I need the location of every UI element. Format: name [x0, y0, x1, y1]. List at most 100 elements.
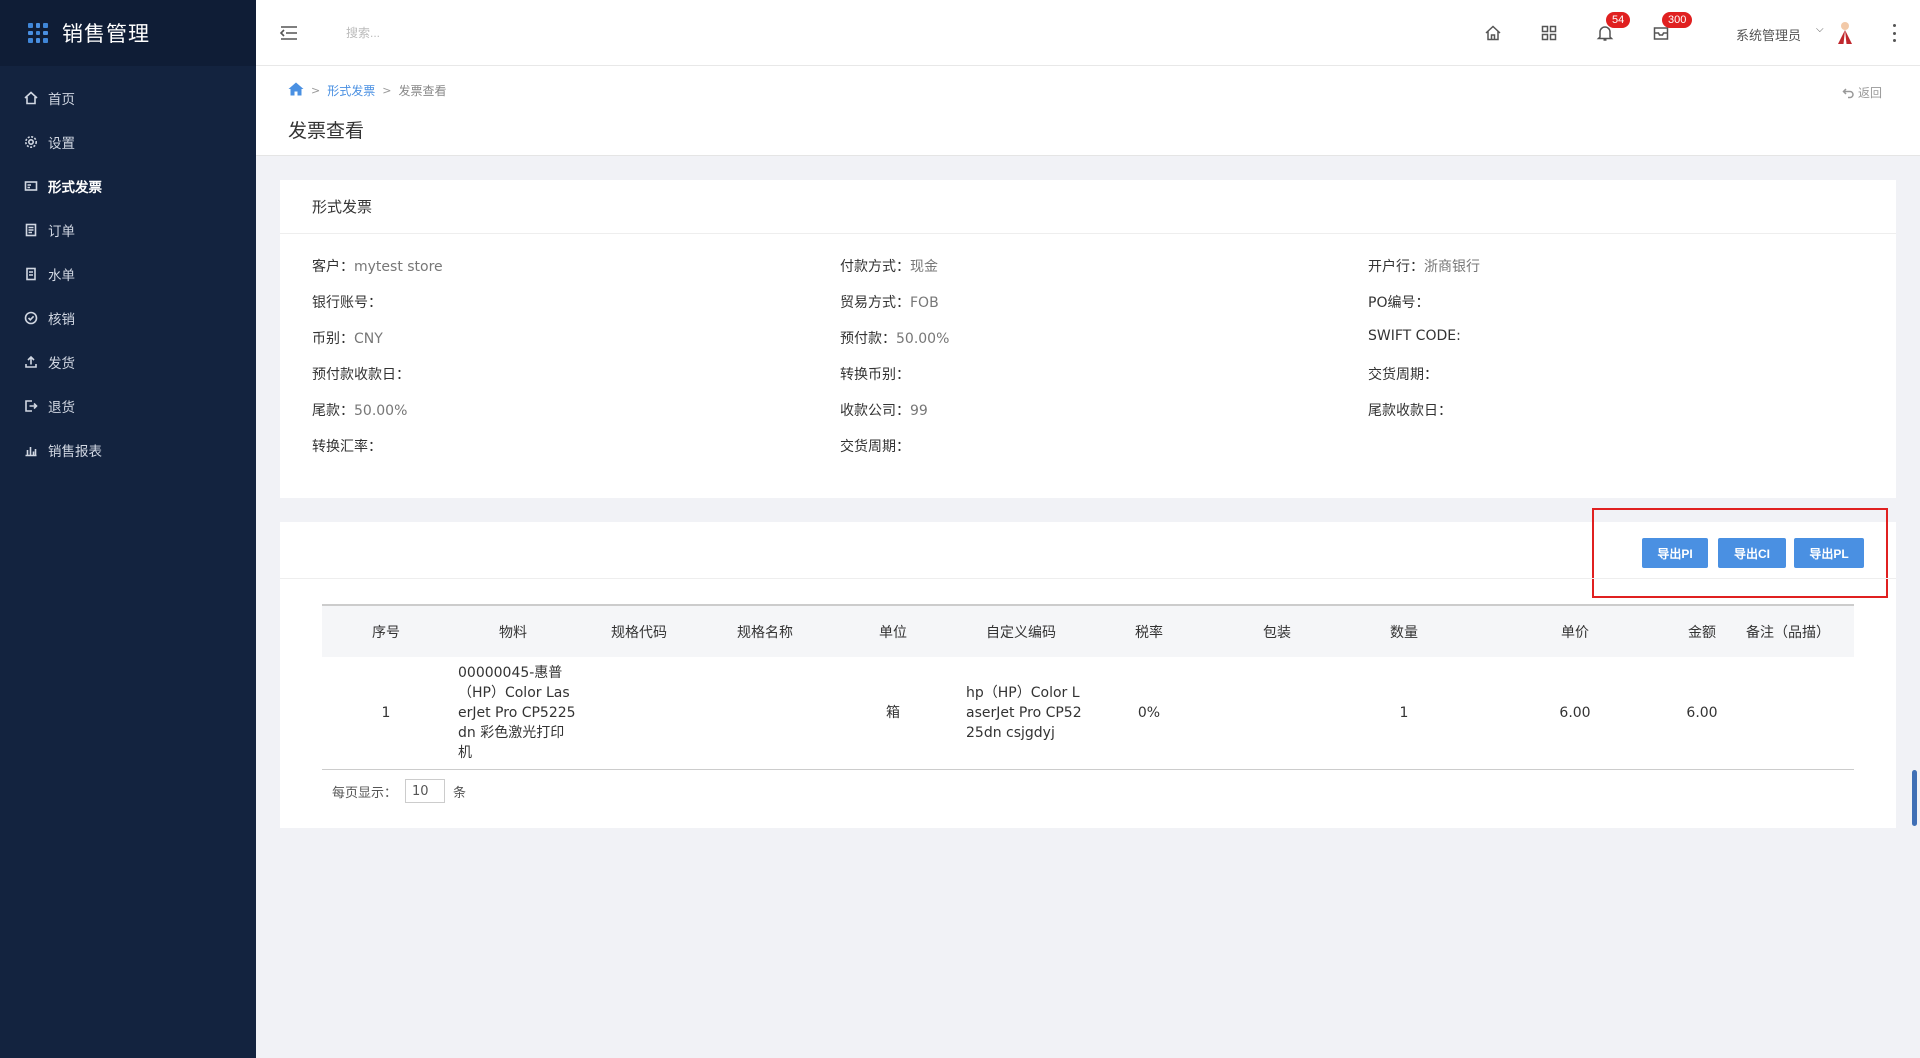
- info-field: 开户行：浙商银行: [1368, 256, 1888, 276]
- table-cell: 1: [322, 657, 450, 770]
- info-field-label: 预付款收款日：: [312, 367, 410, 383]
- info-field-label: 转换币别：: [840, 367, 910, 383]
- table-row[interactable]: 1 00000045-惠普（HP）Color LaserJet Pro CP522…: [322, 657, 1854, 770]
- table-cell: 箱: [828, 657, 958, 770]
- export-ci-button[interactable]: 导出CI: [1718, 538, 1786, 568]
- user-name[interactable]: 系统管理员: [1736, 25, 1801, 44]
- column-header: 税率: [1135, 624, 1163, 641]
- sidebar-item-sales-report[interactable]: 销售报表: [0, 428, 256, 472]
- invoice-items-card: 导出PI 导出CI 导出PL 序号 物料 规格代码 规格名称 单位 自定义编码 税率 包装 数量…: [280, 508, 1896, 828]
- table-cell: [702, 657, 828, 770]
- sidebar-item-label: 销售报表: [48, 444, 102, 460]
- info-field-label: PO编号：: [1368, 295, 1430, 311]
- table-cell: 6.00: [1468, 657, 1682, 770]
- page-size-label: 每页显示：: [332, 785, 398, 801]
- table-cell: [1722, 657, 1854, 770]
- info-field-label: 尾款：: [312, 403, 354, 419]
- info-field-value: 浙商银行: [1424, 259, 1480, 275]
- sidebar-item-label: 水单: [48, 268, 75, 284]
- breadcrumb-separator: >: [311, 84, 321, 97]
- breadcrumb-link[interactable]: 形式发票: [327, 82, 375, 99]
- info-field: 交货周期：: [1368, 364, 1888, 384]
- sidebar-item-settings[interactable]: 设置: [0, 120, 256, 164]
- table-cell: [1214, 657, 1340, 770]
- sidebar-item-writeoff[interactable]: 核销: [0, 296, 256, 340]
- chevron-down-icon[interactable]: ⌵: [1816, 24, 1824, 35]
- sidebar-item-proforma-invoice[interactable]: 形式发票: [0, 164, 256, 208]
- sidebar-item-home[interactable]: 首页: [0, 76, 256, 120]
- info-field: 交货周期：: [840, 436, 1368, 456]
- column-header: 单价: [1561, 624, 1589, 641]
- more-vertical-icon[interactable]: [1886, 24, 1902, 42]
- sidebar-item-label: 退货: [48, 400, 75, 416]
- info-field-label: 收款公司：: [840, 403, 910, 419]
- export-pl-button[interactable]: 导出PL: [1794, 538, 1864, 568]
- info-field-value: mytest store: [354, 259, 443, 275]
- info-grid: 客户：mytest store 付款方式：现金 开户行：浙商银行 银行账号： 贸易方式：…: [312, 256, 1892, 456]
- info-field-value: CNY: [354, 331, 383, 347]
- divider: [280, 578, 1896, 579]
- info-field-label: 转换汇率：: [312, 439, 382, 455]
- info-field-value: 99: [910, 403, 928, 419]
- column-header: 规格名称: [737, 624, 793, 641]
- sidebar-item-receipts[interactable]: 水单: [0, 252, 256, 296]
- sidebar-item-label: 形式发票: [48, 180, 102, 196]
- search-input[interactable]: [346, 20, 646, 46]
- info-field: 币别：CNY: [312, 328, 840, 348]
- page-header: > 形式发票 > 发票查看 发票查看 返回: [256, 66, 1920, 156]
- back-button[interactable]: 返回: [1842, 84, 1882, 101]
- info-field: 转换币别：: [840, 364, 1368, 384]
- breadcrumb-current: 发票查看: [398, 84, 447, 98]
- bar-chart-icon: [24, 443, 38, 457]
- info-field-value: FOB: [910, 295, 939, 311]
- receipt-icon: [24, 267, 38, 281]
- home-icon: [24, 91, 38, 105]
- check-circle-icon: [24, 311, 38, 325]
- column-header: 金额: [1688, 624, 1716, 641]
- order-icon: [24, 223, 38, 237]
- sidebar-item-label: 订单: [48, 224, 75, 240]
- info-field: 客户：mytest store: [312, 256, 840, 276]
- mail-icon[interactable]: 300: [1650, 12, 1693, 44]
- brand[interactable]: 销售管理: [0, 0, 256, 66]
- info-field-label: 交货周期：: [840, 439, 910, 455]
- sidebar-item-returns[interactable]: 退货: [0, 384, 256, 428]
- sidebar-item-label: 发货: [48, 356, 75, 372]
- bell-icon[interactable]: 54: [1594, 12, 1631, 44]
- column-header: 物料: [499, 624, 527, 641]
- info-field: SWIFT CODE:: [1368, 328, 1888, 348]
- home-icon[interactable]: [288, 82, 304, 99]
- apps-grid-icon: [28, 23, 48, 43]
- return-icon: [24, 399, 38, 413]
- breadcrumb-separator: >: [382, 84, 392, 97]
- info-field: 预付款收款日：: [312, 364, 840, 384]
- info-field-label: 尾款收款日：: [1368, 403, 1452, 419]
- sidebar-item-label: 首页: [48, 92, 75, 108]
- menu-toggle-icon[interactable]: [278, 22, 300, 44]
- gear-icon: [24, 135, 38, 149]
- invoice-icon: [24, 179, 38, 193]
- home-shortcut-icon[interactable]: [1482, 22, 1504, 44]
- scrollbar-thumb[interactable]: [1912, 770, 1917, 826]
- invoice-info-card: 形式发票 客户：mytest store 付款方式：现金 开户行：浙商银行 银行账号：…: [280, 180, 1896, 498]
- table-cell: 6.00: [1682, 657, 1722, 770]
- column-header: 自定义编码: [986, 624, 1056, 641]
- info-field-label: 交货周期：: [1368, 367, 1438, 383]
- avatar[interactable]: [1834, 20, 1856, 46]
- apps-icon[interactable]: [1538, 22, 1560, 44]
- export-pi-button[interactable]: 导出PI: [1642, 538, 1708, 568]
- table-cell: 0%: [1084, 657, 1214, 770]
- back-label: 返回: [1857, 86, 1882, 100]
- page-title: 发票查看: [288, 120, 365, 142]
- back-arrow-icon: [1842, 87, 1854, 98]
- page-size-select[interactable]: 10: [405, 779, 446, 803]
- notification-badge: 54: [1606, 12, 1631, 28]
- top-bar: 54 300 系统管理员 ⌵: [256, 0, 1920, 66]
- sidebar-item-orders[interactable]: 订单: [0, 208, 256, 252]
- info-field: 尾款：50.00%: [312, 400, 840, 420]
- info-field: 付款方式：现金: [840, 256, 1368, 276]
- info-field-label: 银行账号：: [312, 295, 382, 311]
- info-field-label: 币别：: [312, 331, 354, 347]
- brand-title: 销售管理: [62, 22, 150, 46]
- sidebar-item-shipping[interactable]: 发货: [0, 340, 256, 384]
